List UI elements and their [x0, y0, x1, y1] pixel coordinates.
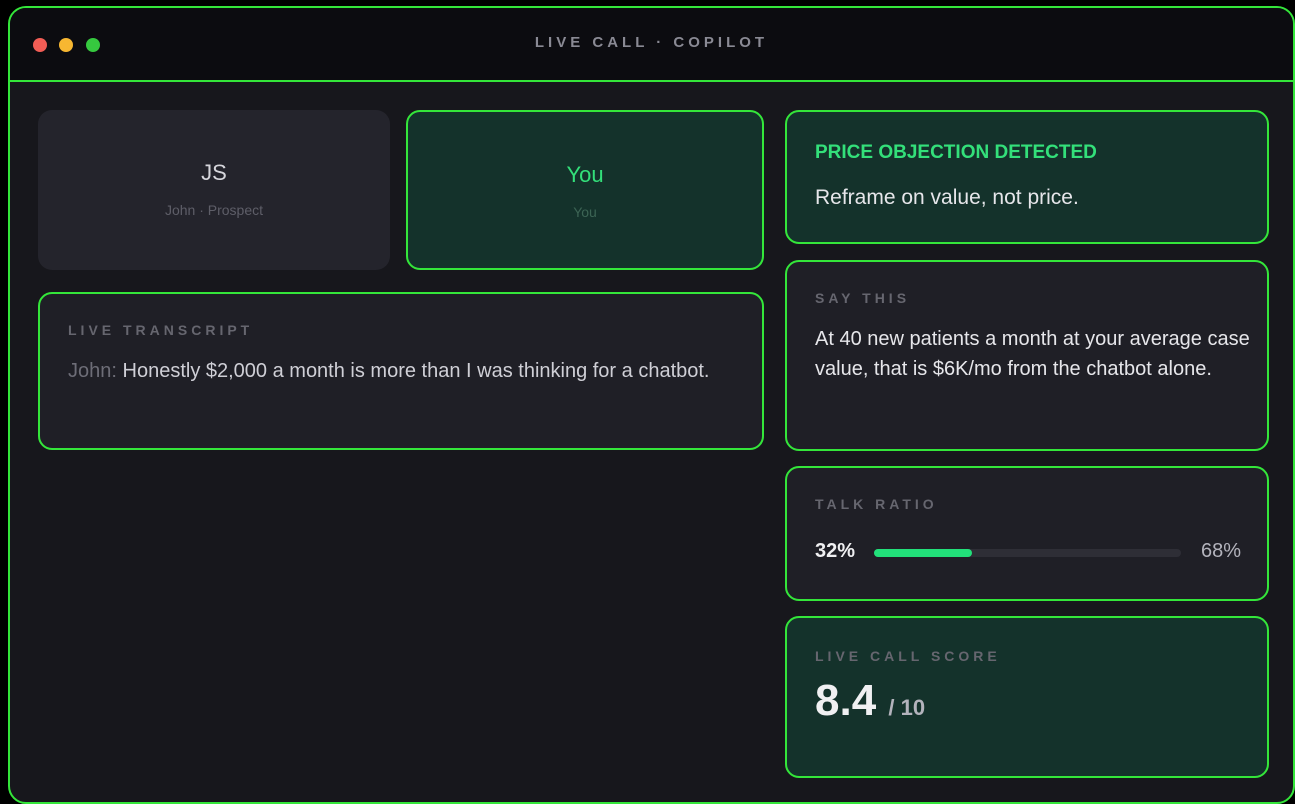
copilot-window: LIVE CALL · COPILOT JS John · Prospect Y… [8, 6, 1295, 804]
objection-text: Reframe on value, not price. [815, 186, 1079, 209]
transcript-label: LIVE TRANSCRIPT [68, 322, 254, 338]
talk-ratio-fill [874, 549, 973, 557]
participant-tile-you[interactable]: You You [406, 110, 764, 270]
talk-ratio-card: TALK RATIO 32% 68% [785, 466, 1269, 601]
say-this-label: SAY THIS [815, 290, 911, 306]
title-bar: LIVE CALL · COPILOT [10, 8, 1293, 82]
participant-initials: JS [201, 160, 227, 185]
transcript-speaker: John: [68, 360, 117, 382]
score-display: 8.4 / 10 [815, 676, 925, 726]
participant-tile-prospect[interactable]: JS John · Prospect [38, 110, 390, 270]
score-label: LIVE CALL SCORE [815, 648, 1001, 664]
live-transcript-panel: LIVE TRANSCRIPT John: Honestly $2,000 a … [38, 292, 764, 450]
transcript-line: John: Honestly $2,000 a month is more th… [68, 356, 728, 386]
talk-ratio-you: 32% [815, 540, 856, 562]
talk-ratio-label: TALK RATIO [815, 496, 938, 512]
say-this-text: At 40 new patients a month at your avera… [815, 328, 1250, 380]
talk-ratio-them: 68% [1200, 540, 1241, 562]
participant-subtitle: You [573, 204, 597, 220]
say-this-card: SAY THIS At 40 new patients a month at y… [785, 260, 1269, 451]
participant-initials: You [566, 162, 604, 187]
score-value: 8.4 [815, 676, 877, 725]
objection-title: PRICE OBJECTION DETECTED [815, 142, 1097, 163]
window-title: LIVE CALL · COPILOT [534, 34, 769, 51]
objection-alert-card: PRICE OBJECTION DETECTED Reframe on valu… [785, 110, 1269, 244]
talk-ratio-bar [874, 549, 1181, 557]
live-call-score-card: LIVE CALL SCORE 8.4 / 10 [785, 616, 1269, 778]
transcript-text: Honestly $2,000 a month is more than I w… [122, 360, 710, 382]
participant-subtitle: John · Prospect [164, 202, 264, 218]
score-max: / 10 [888, 695, 926, 720]
